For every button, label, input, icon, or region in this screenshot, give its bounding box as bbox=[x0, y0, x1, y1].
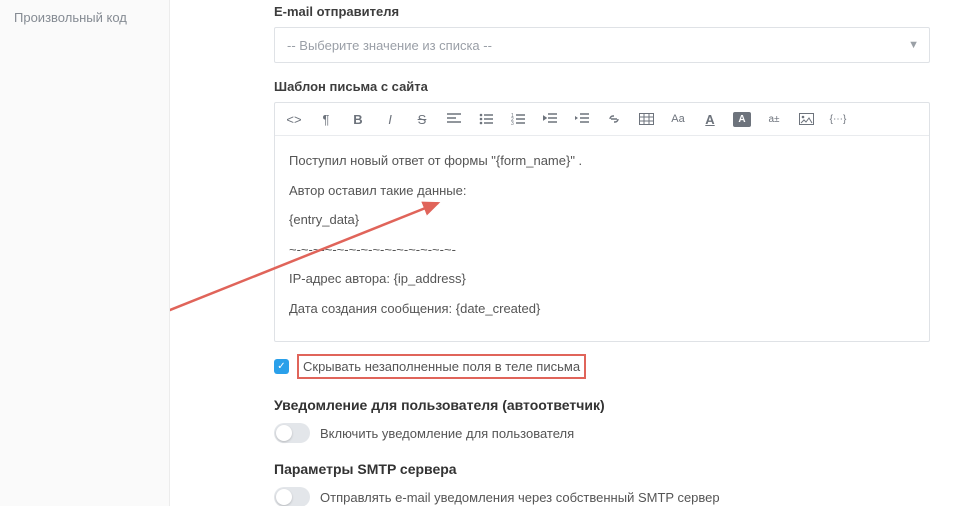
list-ol-icon[interactable]: 123 bbox=[509, 110, 527, 128]
outdent-icon[interactable] bbox=[541, 110, 559, 128]
code-icon[interactable]: <> bbox=[285, 110, 303, 128]
autoresponder-toggle[interactable] bbox=[274, 423, 310, 443]
table-icon[interactable] bbox=[637, 110, 655, 128]
chevron-down-icon: ▼ bbox=[908, 39, 919, 51]
editor-body[interactable]: Поступил новый ответ от формы "{form_nam… bbox=[275, 136, 929, 341]
smtp-toggle[interactable] bbox=[274, 487, 310, 506]
italic-icon[interactable]: I bbox=[381, 110, 399, 128]
hide-empty-label: Скрывать незаполненные поля в теле письм… bbox=[297, 354, 586, 379]
align-icon[interactable] bbox=[445, 110, 463, 128]
template-line: Поступил новый ответ от формы "{form_nam… bbox=[289, 152, 915, 170]
list-ul-icon[interactable] bbox=[477, 110, 495, 128]
svg-text:3: 3 bbox=[511, 121, 514, 125]
image-icon[interactable] bbox=[797, 110, 815, 128]
email-template-editor: <> ¶ B I S 123 Aa A A a± {⋯} Поступ bbox=[274, 102, 930, 342]
smtp-title: Параметры SMTP сервера bbox=[274, 461, 930, 477]
link-icon[interactable] bbox=[605, 110, 623, 128]
hide-empty-checkbox[interactable]: ✓ bbox=[274, 359, 289, 374]
autoresponder-toggle-row: Включить уведомление для пользователя bbox=[274, 423, 930, 443]
sidebar: Произвольный код bbox=[0, 0, 170, 506]
subscript-icon[interactable]: a± bbox=[765, 110, 783, 128]
autoresponder-toggle-label: Включить уведомление для пользователя bbox=[320, 426, 574, 441]
main-content: E-mail отправителя -- Выберите значение … bbox=[170, 0, 960, 506]
indent-icon[interactable] bbox=[573, 110, 591, 128]
bold-icon[interactable]: B bbox=[349, 110, 367, 128]
strike-icon[interactable]: S bbox=[413, 110, 431, 128]
smtp-toggle-label: Отправлять e-mail уведомления через собс… bbox=[320, 490, 720, 505]
template-line: IP-адрес автора: {ip_address} bbox=[289, 270, 915, 288]
template-line: {entry_data} bbox=[289, 211, 915, 229]
select-placeholder: -- Выберите значение из списка -- bbox=[287, 38, 492, 53]
braces-icon[interactable]: {⋯} bbox=[829, 110, 847, 128]
template-label: Шаблон письма с сайта bbox=[274, 79, 930, 94]
template-line: Дата создания сообщения: {date_created} bbox=[289, 300, 915, 318]
smtp-toggle-row: Отправлять e-mail уведомления через собс… bbox=[274, 487, 930, 506]
sender-email-select[interactable]: -- Выберите значение из списка -- ▼ bbox=[274, 27, 930, 63]
font-color-icon[interactable]: A bbox=[701, 110, 719, 128]
hide-empty-row: ✓ Скрывать незаполненные поля в теле пис… bbox=[274, 354, 930, 379]
pilcrow-icon[interactable]: ¶ bbox=[317, 110, 335, 128]
autoresponder-title: Уведомление для пользователя (автоответч… bbox=[274, 397, 930, 413]
template-line: ~-~-~-~-~-~-~-~-~-~-~-~-~-~- bbox=[289, 241, 915, 259]
sidebar-item-custom-code[interactable]: Произвольный код bbox=[0, 2, 169, 33]
editor-toolbar: <> ¶ B I S 123 Aa A A a± {⋯} bbox=[275, 103, 929, 136]
sender-email-label: E-mail отправителя bbox=[274, 4, 930, 19]
font-size-icon[interactable]: Aa bbox=[669, 110, 687, 128]
bg-color-icon[interactable]: A bbox=[733, 112, 751, 127]
template-line: Автор оставил такие данные: bbox=[289, 182, 915, 200]
